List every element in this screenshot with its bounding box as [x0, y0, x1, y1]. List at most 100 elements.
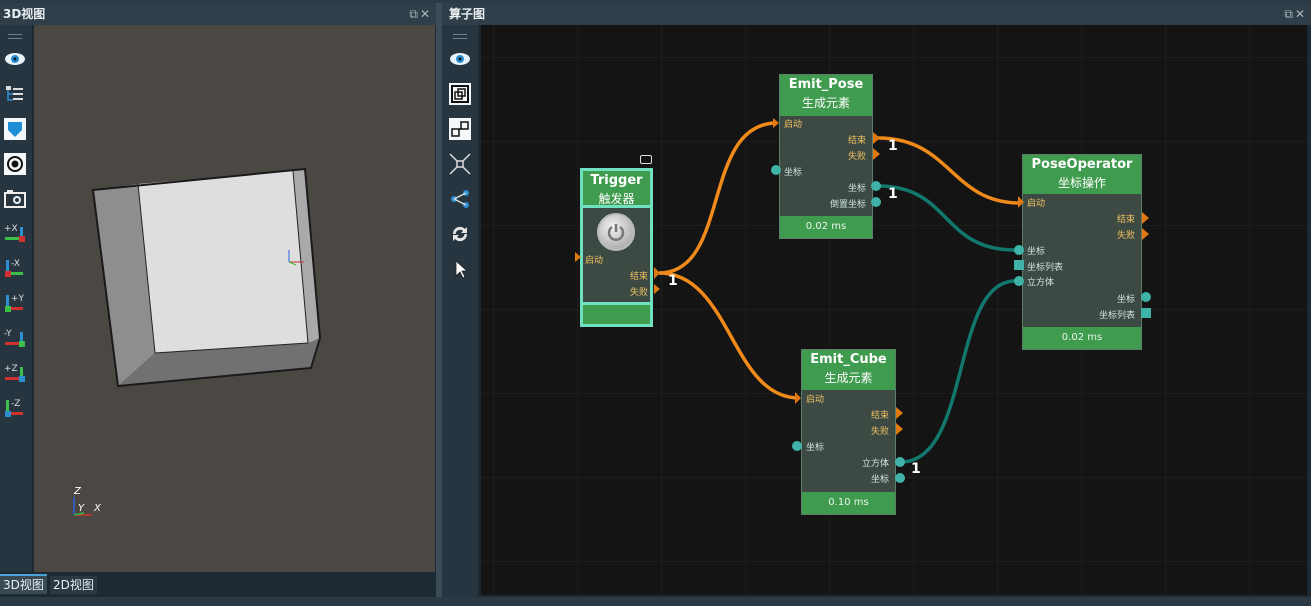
edge-emit-pose-to-poseop [877, 136, 1021, 205]
emit-cube-node-header[interactable]: Emit_Cube 生成元素 [802, 350, 895, 390]
trigger-node-name: Trigger [590, 173, 643, 188]
status-bar [0, 598, 1311, 606]
view-plus-y-icon[interactable]: +Y [3, 292, 27, 316]
graph-toolbar [442, 25, 478, 597]
comment-icon[interactable] [640, 155, 652, 164]
edge-emit-pose-coord-to-poseop [877, 184, 1016, 252]
trigger-node-subtitle: 触发器 [598, 192, 635, 206]
emit-pose-out-inv: 倒置坐标 [829, 200, 866, 210]
pose-op-out-coord: 坐标 [1116, 295, 1135, 305]
refresh-icon[interactable] [448, 222, 472, 246]
edge-label-emit-pose-end: 1 [888, 138, 898, 154]
emit-pose-in-coord: 坐标 [784, 168, 803, 178]
3d-view-title: 3D视图 [3, 7, 46, 21]
view-tabs: 3D视图 2D视图 [0, 573, 435, 595]
3d-viewport[interactable]: Z Y X [34, 25, 435, 572]
power-button[interactable] [597, 213, 635, 251]
pose-operator-node-subtitle: 坐标操作 [1057, 176, 1106, 190]
collapse-icon[interactable] [448, 152, 472, 176]
axis-z-label: Z [73, 486, 82, 497]
emit-cube-node-subtitle: 生成元素 [824, 371, 873, 385]
pose-operator-node-name: PoseOperator [1031, 157, 1133, 172]
edge-label-trigger: 1 [668, 273, 678, 289]
camera-icon[interactable] [3, 187, 27, 211]
emit-pose-in-start: 启动 [784, 120, 803, 130]
3d-view-panel: 3D视图 ⧉✕ +X -X +Y -Y +Z -Z Z Y X 3D视图 2D视… [0, 3, 436, 597]
drag-handle-icon[interactable] [448, 29, 472, 43]
edge-label-emit-pose-coord: 1 [888, 186, 898, 202]
shield-icon[interactable] [3, 117, 27, 141]
drag-handle-icon[interactable] [3, 29, 27, 43]
view-minus-z-icon[interactable]: -Z [3, 397, 27, 421]
window-buttons[interactable]: ⧉✕ [409, 3, 432, 25]
eye-icon[interactable] [3, 47, 27, 71]
target-icon[interactable] [3, 152, 27, 176]
trigger-node-header[interactable]: Trigger 触发器 [583, 171, 650, 208]
svg-text:+Z: +Z [4, 364, 18, 374]
pose-op-out-end: 结束 [1116, 215, 1135, 225]
3d-view-titlebar: 3D视图 ⧉✕ [0, 3, 436, 25]
svg-text:-Y: -Y [4, 329, 12, 339]
emit-pose-time: 0.02 ms [780, 216, 872, 238]
frame-icon[interactable] [448, 82, 472, 106]
view-minus-x-icon[interactable]: -X [3, 257, 27, 281]
emit-cube-out-coord: 坐标 [870, 475, 889, 485]
emit-pose-out-end: 结束 [847, 136, 866, 146]
pose-operator-node-header[interactable]: PoseOperator 坐标操作 [1023, 155, 1141, 194]
svg-text:-X: -X [11, 259, 20, 269]
emit-pose-node-name: Emit_Pose [788, 77, 864, 92]
edge-label-emit-cube: 1 [911, 461, 921, 477]
eye-icon[interactable] [448, 47, 472, 71]
emit-cube-node[interactable]: Emit_Cube 生成元素 启动 坐标 结束 失败 立方体 坐标 0.10 m… [801, 349, 896, 515]
emit-cube-out-end: 结束 [870, 411, 889, 421]
tab-3d-view[interactable]: 3D视图 [0, 574, 47, 594]
view-plus-x-icon[interactable]: +X [3, 222, 27, 246]
power-icon [607, 224, 625, 241]
operator-graph-canvas[interactable]: Trigger 触发器 启动 结束 失败 Emit_Pose 生成元素 启动 坐… [481, 25, 1307, 595]
emit-cube-time: 0.10 ms [802, 492, 895, 514]
tree-icon[interactable] [3, 82, 27, 106]
pose-op-in-coord-list: 坐标列表 [1027, 263, 1064, 273]
trigger-node[interactable]: Trigger 触发器 启动 结束 失败 [580, 168, 653, 327]
emit-cube-out-cube: 立方体 [861, 459, 889, 469]
trigger-out-end: 结束 [629, 272, 648, 282]
pose-op-out-coord-list: 坐标列表 [1098, 311, 1135, 321]
operator-graph-titlebar: 算子图 ⧉✕ [442, 3, 1311, 25]
cube-render: Z Y X [73, 167, 322, 516]
axis-y-label: Y [78, 503, 85, 514]
3d-toolbar: +X -X +Y -Y +Z -Z [0, 25, 32, 572]
emit-pose-node-subtitle: 生成元素 [801, 96, 850, 110]
operator-graph-title: 算子图 [449, 7, 486, 21]
emit-cube-out-fail: 失败 [870, 427, 889, 437]
tab-2d-view[interactable]: 2D视图 [50, 576, 97, 594]
emit-pose-node[interactable]: Emit_Pose 生成元素 启动 坐标 结束 失败 坐标 倒置坐标 0.02 … [779, 74, 873, 239]
svg-text:-Z: -Z [11, 399, 20, 409]
share-icon[interactable] [448, 187, 472, 211]
trigger-in-start: 启动 [585, 256, 604, 266]
emit-cube-in-coord: 坐标 [806, 443, 825, 453]
emit-pose-node-header[interactable]: Emit_Pose 生成元素 [780, 75, 872, 116]
emit-pose-out-fail: 失败 [847, 152, 866, 162]
view-minus-y-icon[interactable]: -Y [3, 327, 27, 351]
trigger-out-fail: 失败 [629, 288, 648, 298]
axis-x-label: X [93, 503, 102, 514]
pointer-icon[interactable] [448, 257, 472, 281]
trigger-node-footer [583, 302, 650, 324]
emit-pose-out-coord: 坐标 [847, 184, 866, 194]
pose-operator-node[interactable]: PoseOperator 坐标操作 启动 结束 失败 坐标 坐标列表 立方体 坐… [1022, 154, 1142, 350]
window-buttons[interactable]: ⧉✕ [1284, 3, 1307, 25]
edge-emit-cube-to-poseop [900, 279, 1016, 464]
view-plus-z-icon[interactable]: +Z [3, 362, 27, 386]
svg-text:+Y: +Y [11, 294, 25, 304]
pose-operator-time: 0.02 ms [1023, 327, 1141, 349]
connect-icon[interactable] [448, 117, 472, 141]
emit-cube-node-name: Emit_Cube [810, 352, 887, 367]
edge-trigger-to-emit-pose [658, 121, 778, 275]
svg-text:+X: +X [4, 224, 18, 234]
pose-op-in-coord: 坐标 [1027, 247, 1046, 257]
pose-op-out-fail: 失败 [1116, 231, 1135, 241]
edge-trigger-to-emit-cube [658, 271, 800, 400]
emit-cube-in-start: 启动 [806, 395, 825, 405]
pose-op-in-start: 启动 [1027, 199, 1046, 209]
pose-op-in-cube: 立方体 [1027, 278, 1055, 288]
